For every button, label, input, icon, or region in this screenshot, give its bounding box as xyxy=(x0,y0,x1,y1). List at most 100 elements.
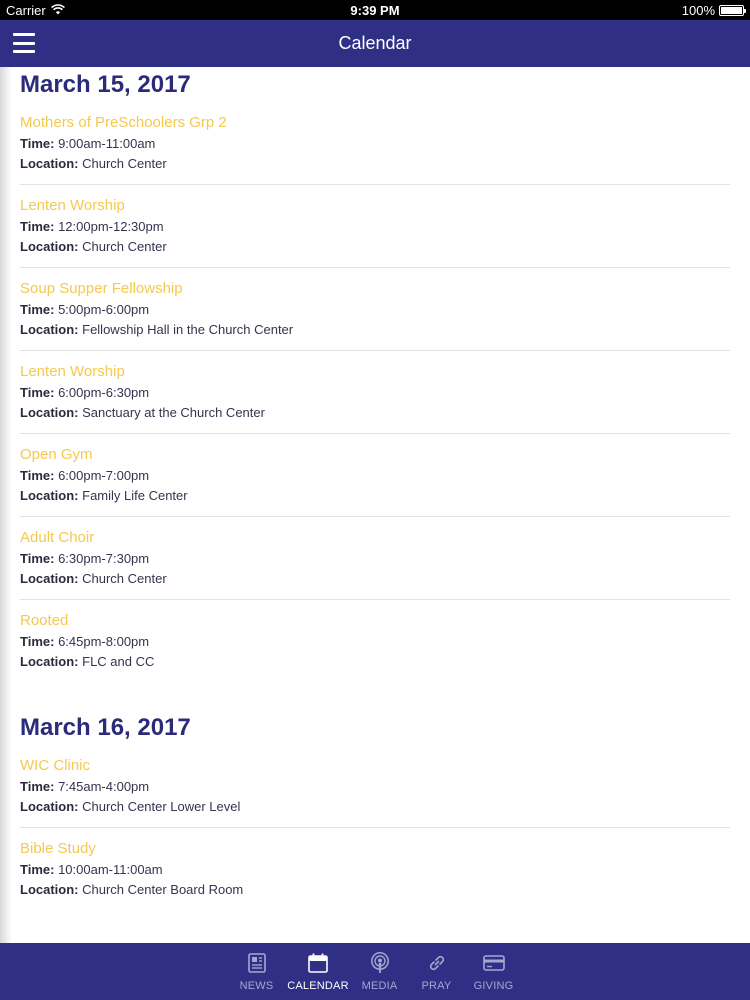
event-item[interactable]: Mothers of PreSchoolers Grp 2 Time: 9:00a… xyxy=(20,112,730,185)
event-location: Location: Church Center Board Room xyxy=(20,880,730,900)
event-time: Time: 6:30pm-7:30pm xyxy=(20,549,730,569)
time-value: 6:00pm-6:30pm xyxy=(58,385,150,400)
event-location: Location: Church Center xyxy=(20,154,730,174)
link-icon xyxy=(426,952,448,974)
location-label: Location: xyxy=(20,239,79,254)
event-time: Time: 9:00am-11:00am xyxy=(20,134,730,154)
wifi-icon xyxy=(50,3,65,18)
status-bar: Carrier 9:39 PM 100% xyxy=(0,0,750,20)
event-list: Mothers of PreSchoolers Grp 2 Time: 9:00a… xyxy=(20,112,730,682)
tab-calendar[interactable]: CALENDAR xyxy=(285,943,351,1000)
time-value: 6:00pm-7:00pm xyxy=(58,468,150,483)
event-item[interactable]: Bible Study Time: 10:00am-11:00am Location… xyxy=(20,828,730,910)
time-label: Time: xyxy=(20,136,55,151)
location-label: Location: xyxy=(20,799,79,814)
calendar-icon xyxy=(307,952,329,974)
time-value: 6:45pm-8:00pm xyxy=(58,634,150,649)
time-label: Time: xyxy=(20,779,55,794)
event-time: Time: 7:45am-4:00pm xyxy=(20,777,730,797)
event-item[interactable]: Adult Choir Time: 6:30pm-7:30pm Location: … xyxy=(20,517,730,600)
event-location: Location: Sanctuary at the Church Center xyxy=(20,403,730,423)
location-label: Location: xyxy=(20,488,79,503)
location-value: Church Center xyxy=(82,571,167,586)
tab-pray[interactable]: PRAY xyxy=(408,943,465,1000)
time-label: Time: xyxy=(20,634,55,649)
day-heading: March 16, 2017 xyxy=(20,714,191,741)
event-item[interactable]: Soup Supper Fellowship Time: 5:00pm-6:00p… xyxy=(20,268,730,351)
event-title[interactable]: Bible Study xyxy=(20,838,730,860)
tab-giving[interactable]: GIVING xyxy=(465,943,522,1000)
status-right: 100% xyxy=(682,3,746,18)
event-item[interactable]: WIC Clinic Time: 7:45am-4:00pm Location: C… xyxy=(20,755,730,828)
location-label: Location: xyxy=(20,405,79,420)
podcast-icon xyxy=(369,951,391,974)
location-value: Church Center xyxy=(82,156,167,171)
location-label: Location: xyxy=(20,654,79,669)
time-label: Time: xyxy=(20,551,55,566)
event-title[interactable]: WIC Clinic xyxy=(20,755,730,777)
event-title[interactable]: Open Gym xyxy=(20,444,730,466)
location-value: FLC and CC xyxy=(82,654,155,669)
location-label: Location: xyxy=(20,322,79,337)
day-section: March 15, 2017 Mothers of PreSchoolers Gr… xyxy=(0,67,750,682)
location-label: Location: xyxy=(20,571,79,586)
event-time: Time: 10:00am-11:00am xyxy=(20,860,730,880)
hamburger-menu-icon[interactable] xyxy=(13,33,35,53)
event-item[interactable]: Lenten Worship Time: 12:00pm-12:30pm Locat… xyxy=(20,185,730,268)
time-value: 6:30pm-7:30pm xyxy=(58,551,150,566)
battery-level xyxy=(721,6,742,14)
time-label: Time: xyxy=(20,302,55,317)
event-title[interactable]: Lenten Worship xyxy=(20,195,730,217)
time-label: Time: xyxy=(20,862,55,877)
time-label: Time: xyxy=(20,219,55,234)
tab-label: GIVING xyxy=(473,979,514,992)
location-label: Location: xyxy=(20,882,79,897)
location-value: Fellowship Hall in the Church Center xyxy=(82,322,294,337)
status-left: Carrier xyxy=(6,3,65,18)
time-value: 12:00pm-12:30pm xyxy=(58,219,164,234)
event-item[interactable]: Rooted Time: 6:45pm-8:00pm Location: FLC a… xyxy=(20,600,730,682)
days-container: March 15, 2017 Mothers of PreSchoolers Gr… xyxy=(0,67,750,910)
time-label: Time: xyxy=(20,385,55,400)
event-item[interactable]: Open Gym Time: 6:00pm-7:00pm Location: Fam… xyxy=(20,434,730,517)
event-title[interactable]: Soup Supper Fellowship xyxy=(20,278,730,300)
tab-media[interactable]: MEDIA xyxy=(351,943,408,1000)
location-value: Church Center Board Room xyxy=(82,882,244,897)
event-time: Time: 6:45pm-8:00pm xyxy=(20,632,730,652)
news-icon xyxy=(246,952,268,974)
time-value: 5:00pm-6:00pm xyxy=(58,302,150,317)
event-location: Location: FLC and CC xyxy=(20,652,730,672)
tab-news[interactable]: NEWS xyxy=(228,943,285,1000)
location-value: Family Life Center xyxy=(82,488,188,503)
event-location: Location: Church Center xyxy=(20,237,730,257)
time-value: 9:00am-11:00am xyxy=(58,136,156,151)
event-title[interactable]: Rooted xyxy=(20,610,730,632)
event-item[interactable]: Lenten Worship Time: 6:00pm-6:30pm Locatio… xyxy=(20,351,730,434)
event-title[interactable]: Lenten Worship xyxy=(20,361,730,383)
event-location: Location: Church Center xyxy=(20,569,730,589)
tab-label: PRAY xyxy=(421,979,452,992)
event-title[interactable]: Adult Choir xyxy=(20,527,730,549)
event-title[interactable]: Mothers of PreSchoolers Grp 2 xyxy=(20,112,730,134)
event-time: Time: 5:00pm-6:00pm xyxy=(20,300,730,320)
status-time: 9:39 PM xyxy=(350,2,400,18)
event-location: Location: Fellowship Hall in the Church … xyxy=(20,320,730,340)
location-value: Church Center xyxy=(82,239,167,254)
event-time: Time: 6:00pm-7:00pm xyxy=(20,466,730,486)
tab-bar: NEWS CALENDAR MEDIA PRAY GIVING xyxy=(0,943,750,1000)
page-title: Calendar xyxy=(338,33,412,53)
day-heading: March 15, 2017 xyxy=(20,71,191,98)
location-value: Church Center Lower Level xyxy=(82,799,241,814)
event-time: Time: 12:00pm-12:30pm xyxy=(20,217,730,237)
tab-label: CALENDAR xyxy=(287,979,349,992)
event-location: Location: Church Center Lower Level xyxy=(20,797,730,817)
tab-label: MEDIA xyxy=(361,979,398,992)
credit-card-icon xyxy=(482,952,505,974)
carrier-label: Carrier xyxy=(6,2,46,18)
time-value: 7:45am-4:00pm xyxy=(58,779,150,794)
event-time: Time: 6:00pm-6:30pm xyxy=(20,383,730,403)
time-label: Time: xyxy=(20,468,55,483)
tab-label: NEWS xyxy=(239,979,274,992)
calendar-list[interactable]: March 15, 2017 Mothers of PreSchoolers Gr… xyxy=(0,67,750,943)
event-list: WIC Clinic Time: 7:45am-4:00pm Location: C… xyxy=(20,755,730,910)
